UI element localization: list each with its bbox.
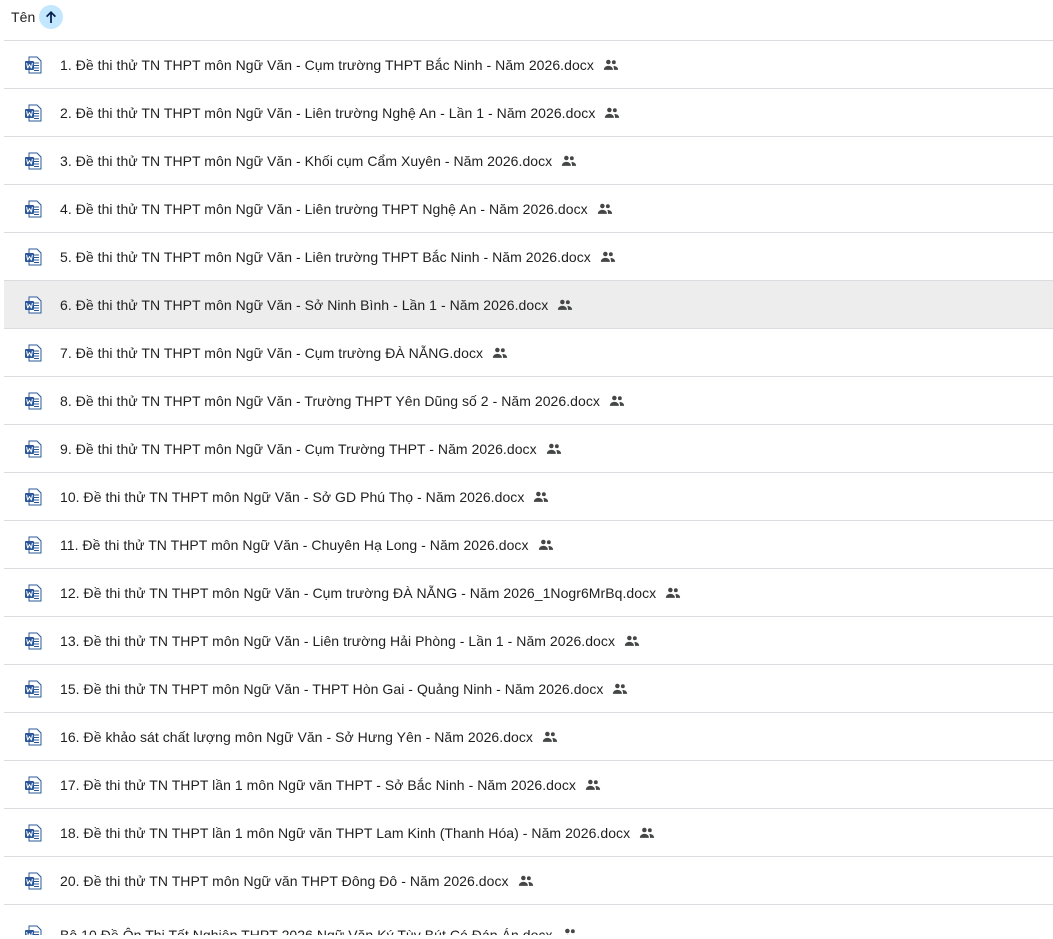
file-list: 1. Đề thi thử TN THPT môn Ngữ Văn - Cụm …	[4, 40, 1053, 935]
file-row[interactable]: 20. Đề thi thử TN THPT môn Ngữ văn THPT …	[4, 857, 1053, 905]
word-doc-icon	[24, 200, 42, 218]
file-name: 4. Đề thi thử TN THPT môn Ngữ Văn - Liên…	[60, 200, 588, 217]
people-icon	[541, 728, 559, 746]
word-doc-icon	[24, 488, 42, 506]
file-row[interactable]: Bộ 10 Đề Ôn Thi Tốt Nghiệp THPT 2026 Ngữ…	[4, 905, 1053, 935]
file-name: 17. Đề thi thử TN THPT lần 1 môn Ngữ văn…	[60, 776, 576, 793]
word-doc-icon	[24, 152, 42, 170]
name-column-label: Tên	[11, 9, 36, 25]
word-doc-icon	[24, 728, 42, 746]
word-doc-icon	[24, 56, 42, 74]
file-row[interactable]: 15. Đề thi thử TN THPT môn Ngữ Văn - THP…	[4, 665, 1053, 713]
word-doc-icon	[24, 296, 42, 314]
file-row[interactable]: 8. Đề thi thử TN THPT môn Ngữ Văn - Trườ…	[4, 377, 1053, 425]
file-row[interactable]: 9. Đề thi thử TN THPT môn Ngữ Văn - Cụm …	[4, 425, 1053, 473]
file-name: 12. Đề thi thử TN THPT môn Ngữ Văn - Cụm…	[60, 584, 657, 601]
file-name: 10. Đề thi thử TN THPT môn Ngữ Văn - Sở …	[60, 488, 525, 505]
people-icon	[545, 440, 563, 458]
word-doc-icon	[24, 440, 42, 458]
word-doc-icon	[24, 584, 42, 602]
people-icon	[537, 536, 555, 554]
file-name: 20. Đề thi thử TN THPT môn Ngữ văn THPT …	[60, 872, 509, 889]
file-name: 3. Đề thi thử TN THPT môn Ngữ Văn - Khối…	[60, 152, 553, 169]
file-name: 15. Đề thi thử TN THPT môn Ngữ Văn - THP…	[60, 680, 604, 697]
people-icon	[638, 824, 656, 842]
file-name: 7. Đề thi thử TN THPT môn Ngữ Văn - Cụm …	[60, 344, 484, 361]
file-name: 13. Đề thi thử TN THPT môn Ngữ Văn - Liê…	[60, 632, 615, 649]
file-name: Bộ 10 Đề Ôn Thi Tốt Nghiệp THPT 2026 Ngữ…	[60, 927, 553, 935]
people-icon	[611, 680, 629, 698]
people-icon	[561, 925, 579, 935]
word-doc-icon	[24, 104, 42, 122]
people-icon	[602, 56, 620, 74]
people-icon	[599, 248, 617, 266]
arrow-up-icon	[46, 11, 57, 23]
people-icon	[623, 632, 641, 650]
file-name: 11. Đề thi thử TN THPT môn Ngữ Văn - Chu…	[60, 536, 529, 553]
file-row[interactable]: 16. Đề khảo sát chất lượng môn Ngữ Văn -…	[4, 713, 1053, 761]
file-row[interactable]: 3. Đề thi thử TN THPT môn Ngữ Văn - Khối…	[4, 137, 1053, 185]
word-doc-icon	[24, 632, 42, 650]
word-doc-icon	[24, 872, 42, 890]
file-row[interactable]: 2. Đề thi thử TN THPT môn Ngữ Văn - Liên…	[4, 89, 1053, 137]
file-row[interactable]: 18. Đề thi thử TN THPT lần 1 môn Ngữ văn…	[4, 809, 1053, 857]
file-row[interactable]: 11. Đề thi thử TN THPT môn Ngữ Văn - Chu…	[4, 521, 1053, 569]
word-doc-icon	[24, 680, 42, 698]
people-icon	[491, 344, 509, 362]
file-name: 2. Đề thi thử TN THPT môn Ngữ Văn - Liên…	[60, 104, 596, 121]
file-name: 18. Đề thi thử TN THPT lần 1 môn Ngữ văn…	[60, 824, 631, 841]
word-doc-icon	[24, 824, 42, 842]
people-icon	[560, 152, 578, 170]
file-name: 16. Đề khảo sát chất lượng môn Ngữ Văn -…	[60, 728, 533, 745]
file-row[interactable]: 13. Đề thi thử TN THPT môn Ngữ Văn - Liê…	[4, 617, 1053, 665]
people-icon	[664, 584, 682, 602]
word-doc-icon	[24, 392, 42, 410]
file-name: 6. Đề thi thử TN THPT môn Ngữ Văn - Sở N…	[60, 296, 549, 313]
people-icon	[608, 392, 626, 410]
file-row[interactable]: 1. Đề thi thử TN THPT môn Ngữ Văn - Cụm …	[4, 41, 1053, 89]
file-row[interactable]: 4. Đề thi thử TN THPT môn Ngữ Văn - Liên…	[4, 185, 1053, 233]
file-row[interactable]: 12. Đề thi thử TN THPT môn Ngữ Văn - Cụm…	[4, 569, 1053, 617]
people-icon	[532, 488, 550, 506]
sort-ascending-button[interactable]	[39, 5, 64, 29]
file-name: 9. Đề thi thử TN THPT môn Ngữ Văn - Cụm …	[60, 440, 537, 457]
people-icon	[517, 872, 535, 890]
file-row[interactable]: 10. Đề thi thử TN THPT môn Ngữ Văn - Sở …	[4, 473, 1053, 521]
word-doc-icon	[24, 776, 42, 794]
name-column-header[interactable]: Tên	[0, 0, 1053, 34]
people-icon	[596, 200, 614, 218]
word-doc-icon	[24, 536, 42, 554]
file-row[interactable]: 5. Đề thi thử TN THPT môn Ngữ Văn - Liên…	[4, 233, 1053, 281]
people-icon	[603, 104, 621, 122]
file-name: 5. Đề thi thử TN THPT môn Ngữ Văn - Liên…	[60, 248, 591, 265]
file-name: 8. Đề thi thử TN THPT môn Ngữ Văn - Trườ…	[60, 392, 600, 409]
people-icon	[556, 296, 574, 314]
file-row[interactable]: 17. Đề thi thử TN THPT lần 1 môn Ngữ văn…	[4, 761, 1053, 809]
file-row[interactable]: 6. Đề thi thử TN THPT môn Ngữ Văn - Sở N…	[4, 281, 1053, 329]
word-doc-icon	[24, 925, 42, 935]
word-doc-icon	[24, 344, 42, 362]
word-doc-icon	[24, 248, 42, 266]
file-row[interactable]: 7. Đề thi thử TN THPT môn Ngữ Văn - Cụm …	[4, 329, 1053, 377]
file-name: 1. Đề thi thử TN THPT môn Ngữ Văn - Cụm …	[60, 56, 594, 73]
people-icon	[584, 776, 602, 794]
